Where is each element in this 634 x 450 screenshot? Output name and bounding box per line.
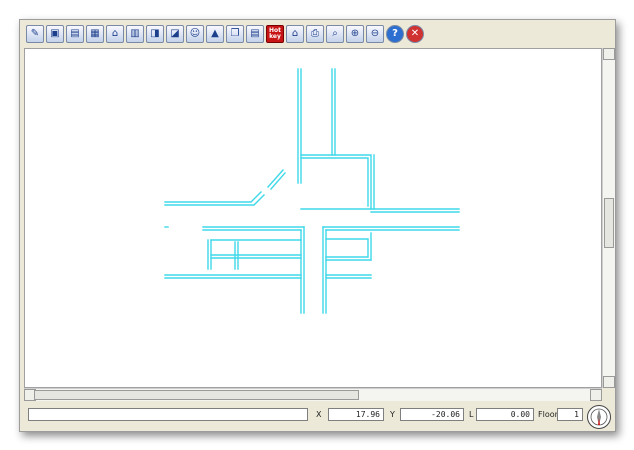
wall-segment xyxy=(300,157,369,207)
wall-segment xyxy=(164,194,265,206)
length-field: 0.00 xyxy=(476,408,534,421)
floor-plan xyxy=(164,68,460,314)
horizontal-scrollbar[interactable] xyxy=(24,388,602,401)
app-window: ✎ ▣ ▤ ▦ ⌂ ▥ ◨ ◪ ☺ ▲ ❐ ▤ Hot key ⌂ ⎙ ⌕ ⊕ ⊖? ✕ xyxy=(19,19,616,432)
scroll-right-button[interactable] xyxy=(590,389,602,401)
user-button[interactable]: ☺ xyxy=(186,25,204,43)
y-label: Y xyxy=(390,410,395,419)
zoom-in-button[interactable]: ⊕ xyxy=(346,25,364,43)
add-button[interactable]: ◨ xyxy=(146,25,164,43)
wall-segment xyxy=(325,238,369,258)
open-button[interactable]: ▣ xyxy=(46,25,64,43)
print-button[interactable]: ⎙ xyxy=(306,25,324,43)
edit-plan-button[interactable]: ◪ xyxy=(166,25,184,43)
document-button[interactable]: ▤ xyxy=(246,25,264,43)
l-label: L xyxy=(469,410,474,419)
vertical-scrollbar[interactable] xyxy=(602,48,615,388)
scroll-down-button[interactable] xyxy=(603,376,615,388)
horizontal-scroll-thumb[interactable] xyxy=(34,390,359,400)
toolbar: ✎ ▣ ▤ ▦ ⌂ ▥ ◨ ◪ ☺ ▲ ❐ ▤ Hot key ⌂ ⎙ ⌕ ⊕ ⊖? ✕ xyxy=(20,20,615,48)
help-button[interactable]: ? xyxy=(386,25,404,43)
scroll-up-button[interactable] xyxy=(603,48,615,60)
search-button[interactable]: ⌕ xyxy=(326,25,344,43)
x-label: X xyxy=(316,410,322,419)
wall-segment xyxy=(300,154,372,210)
hotkey-button[interactable]: Hot key xyxy=(266,25,284,43)
home-button[interactable]: ⌂ xyxy=(286,25,304,43)
drawing-canvas[interactable] xyxy=(24,48,602,388)
compass-icon[interactable] xyxy=(587,405,611,429)
wall-button[interactable]: ▥ xyxy=(126,25,144,43)
wall-segment xyxy=(164,191,262,203)
vertical-scroll-thumb[interactable] xyxy=(604,198,614,248)
save-button[interactable]: ▤ xyxy=(66,25,84,43)
calendar-button[interactable]: ▦ xyxy=(86,25,104,43)
y-coordinate-field: -20.06 xyxy=(400,408,464,421)
floor-label: Floor xyxy=(538,410,558,419)
status-bar: X 17.96 Y -20.06 L 0.00 Floor 1 xyxy=(20,404,615,431)
x-coordinate-field: 17.96 xyxy=(328,408,384,421)
copy-button[interactable]: ❐ xyxy=(226,25,244,43)
floor-field[interactable]: 1 xyxy=(557,408,583,421)
tent-button[interactable]: ▲ xyxy=(206,25,224,43)
edit-button[interactable]: ✎ xyxy=(26,25,44,43)
house-button[interactable]: ⌂ xyxy=(106,25,124,43)
status-message xyxy=(28,408,308,421)
zoom-out-button[interactable]: ⊖ xyxy=(366,25,384,43)
close-button[interactable]: ✕ xyxy=(406,25,424,43)
